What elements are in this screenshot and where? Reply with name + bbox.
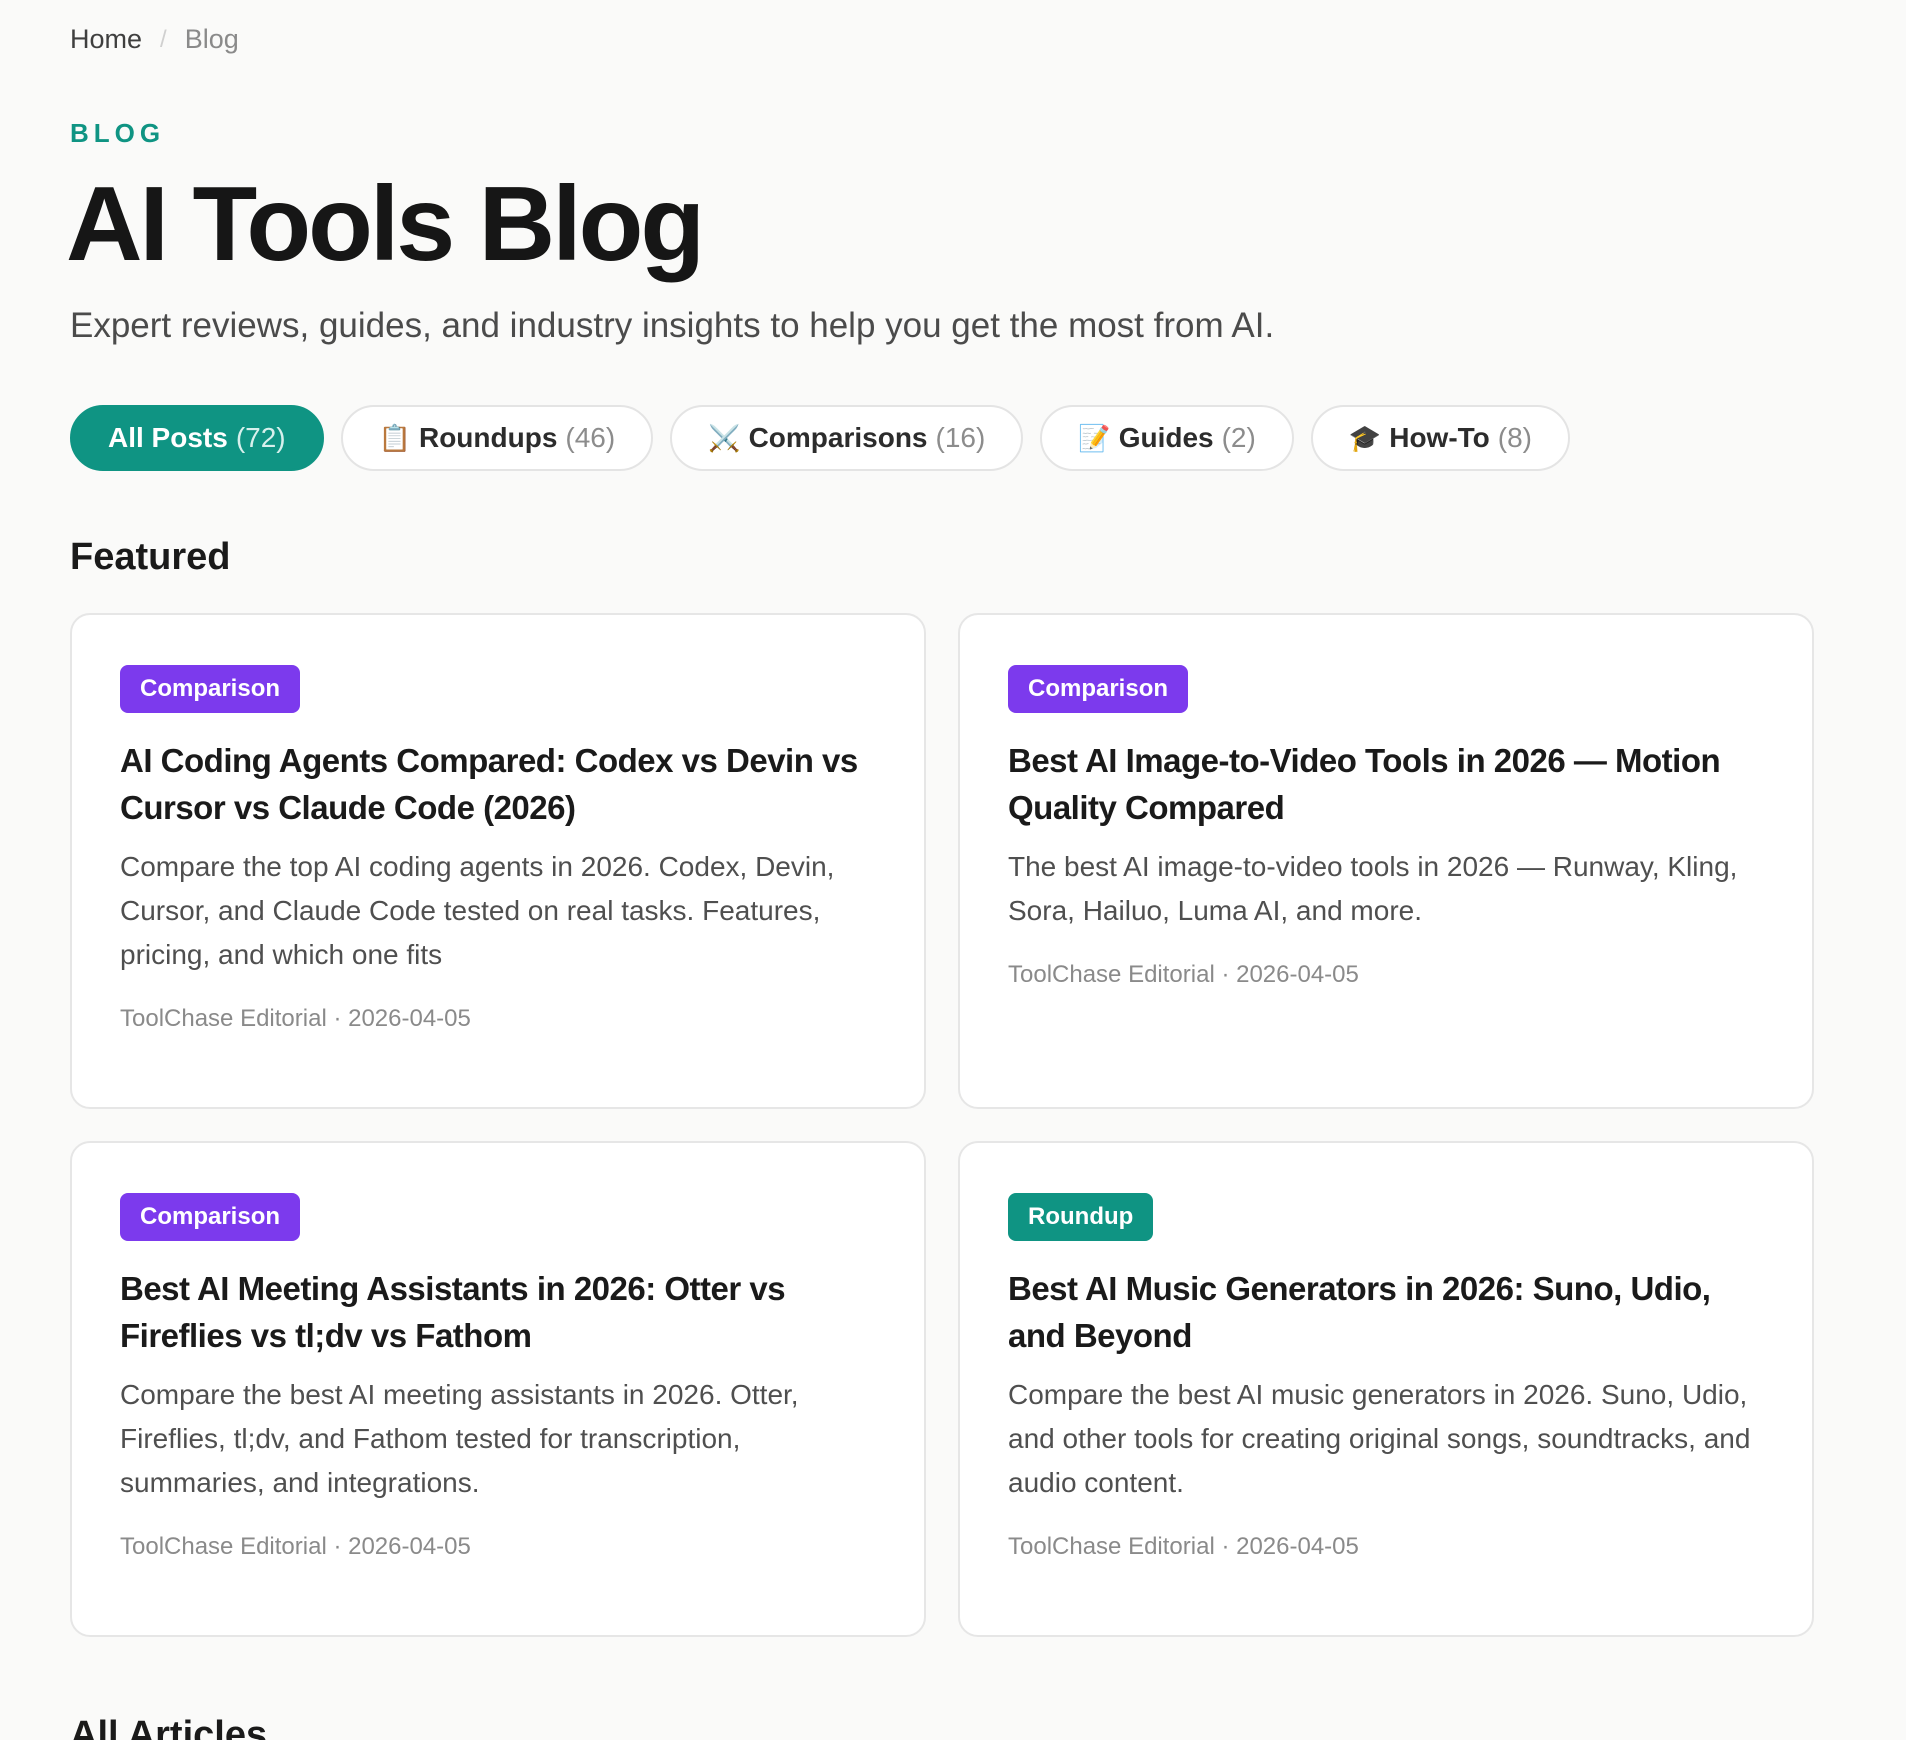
category-badge: Roundup (1008, 1193, 1154, 1241)
filter-label: Comparisons (748, 422, 928, 453)
filter-label: How-To (1389, 422, 1490, 453)
breadcrumb-current: Blog (184, 24, 239, 54)
card-description: Compare the top AI coding agents in 2026… (120, 851, 835, 970)
featured-card[interactable]: Comparison Best AI Image-to-Video Tools … (958, 613, 1814, 1109)
filter-count: (2) (1221, 422, 1256, 453)
all-articles-heading: All Articles (70, 1714, 268, 1740)
clipboard-icon: 📋 (378, 422, 411, 453)
card-meta: ToolChase Editorial · 2026-04-05 (1008, 961, 1359, 988)
category-badge: Comparison (1008, 665, 1189, 713)
breadcrumb: Home / Blog (70, 24, 239, 55)
card-title[interactable]: Best AI Image-to-Video Tools in 2026 — M… (1008, 737, 1764, 831)
card-title[interactable]: Best AI Meeting Assistants in 2026: Otte… (120, 1265, 876, 1359)
featured-card[interactable]: Comparison AI Coding Agents Compared: Co… (70, 613, 926, 1109)
card-description: The best AI image-to-video tools in 2026… (1008, 851, 1738, 926)
card-description: Compare the best AI music generators in … (1008, 1379, 1751, 1498)
featured-card[interactable]: Roundup Best AI Music Generators in 2026… (958, 1141, 1814, 1637)
featured-card[interactable]: Comparison Best AI Meeting Assistants in… (70, 1141, 926, 1637)
card-meta: ToolChase Editorial · 2026-04-05 (120, 1533, 471, 1560)
filter-count: (72) (235, 422, 286, 453)
card-title[interactable]: AI Coding Agents Compared: Codex vs Devi… (120, 737, 876, 831)
category-filters: All Posts (72) 📋 Roundups (46) ⚔️ Compar… (70, 405, 1571, 471)
page-title: AI Tools Blog (66, 165, 705, 283)
crossed-swords-icon: ⚔️ (708, 422, 741, 453)
memo-icon: 📝 (1078, 422, 1111, 453)
page-eyebrow: BLOG (70, 118, 166, 148)
category-badge: Comparison (120, 1193, 301, 1241)
filter-label: All Posts (108, 422, 228, 453)
category-badge: Comparison (120, 665, 301, 713)
card-description: Compare the best AI meeting assistants i… (120, 1379, 799, 1498)
filter-roundups[interactable]: 📋 Roundups (46) (340, 405, 654, 471)
blog-page: Home / Blog BLOG AI Tools Blog Expert re… (0, 0, 1906, 1740)
filter-count: (46) (565, 422, 616, 453)
filter-guides[interactable]: 📝 Guides (2) (1040, 405, 1294, 471)
filter-label: Guides (1118, 422, 1214, 453)
filter-how-to[interactable]: 🎓 How-To (8) (1310, 405, 1571, 471)
filter-comparisons[interactable]: ⚔️ Comparisons (16) (670, 405, 1024, 471)
graduation-cap-icon: 🎓 (1348, 422, 1382, 453)
card-meta: ToolChase Editorial · 2026-04-05 (120, 1005, 471, 1032)
card-meta: ToolChase Editorial · 2026-04-05 (1008, 1533, 1359, 1560)
filter-all-posts[interactable]: All Posts (72) (70, 405, 324, 471)
breadcrumb-home-link[interactable]: Home (70, 24, 142, 55)
breadcrumb-separator: / (160, 25, 167, 53)
featured-heading: Featured (70, 536, 231, 578)
filter-count: (16) (935, 422, 986, 453)
card-title[interactable]: Best AI Music Generators in 2026: Suno, … (1008, 1265, 1764, 1359)
filter-label: Roundups (418, 422, 558, 453)
page-subtitle: Expert reviews, guides, and industry ins… (70, 306, 1275, 345)
filter-count: (8) (1497, 422, 1533, 453)
featured-grid: Comparison AI Coding Agents Compared: Co… (70, 613, 1814, 1637)
